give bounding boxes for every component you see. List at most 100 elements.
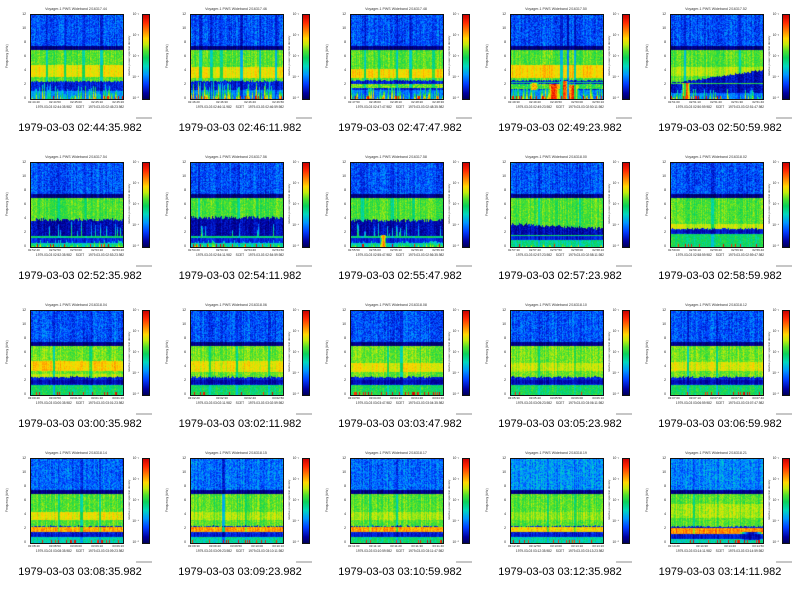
spectrogram-panel[interactable]: Voyager-1 PWS Wideband 2/16318.14 Freque… [0, 444, 160, 592]
scet-end-timestamp: 1979-03-03 02:51:47.982 [728, 105, 765, 109]
spectrogram-panel[interactable]: Voyager-1 PWS Wideband 2/16318.00 Freque… [480, 148, 640, 296]
spectrogram-panel[interactable]: Voyager-1 PWS Wideband 2/16318.10 Freque… [480, 296, 640, 444]
spectrogram-canvas[interactable] [670, 458, 764, 544]
spectrogram-panel[interactable]: Voyager-1 PWS Wideband 2/16317.48 Freque… [320, 0, 480, 148]
panel-title: Voyager-1 PWS Wideband 2/16317.50 [525, 6, 587, 11]
spectrogram-canvas[interactable] [510, 458, 604, 544]
scet-label: SCET [235, 105, 245, 109]
spectrogram-panel[interactable]: Voyager-1 PWS Wideband 2/16317.56 Freque… [160, 148, 320, 296]
x-tick-label: 03:11:20 [390, 544, 402, 548]
x-tick-label: 02:53:10 [91, 248, 103, 252]
x-tick-label: 03:14:20 [668, 544, 680, 548]
spectrogram-panel[interactable]: Voyager-1 PWS Wideband 2/16317.44 Freque… [0, 0, 160, 148]
spectrogram-canvas[interactable] [30, 14, 124, 100]
y-tick-label: 4 [184, 364, 186, 368]
y-tick-label: 2 [184, 526, 186, 530]
panel-title: Voyager-1 PWS Wideband 2/16318.14 [45, 450, 107, 455]
plot-credit-mark [776, 413, 792, 415]
y-axis-label: Frequency (kHz) [485, 44, 489, 68]
spectrogram-canvas[interactable] [30, 162, 124, 248]
spectrogram-canvas[interactable] [510, 310, 604, 396]
x-tick-labels: 03:14:20 03:14:30 03:14:40 03:14:50 [668, 544, 764, 548]
x-tick-labels: 03:00:40 03:00:50 03:01:00 03:01:10 03:01:20 [28, 396, 124, 400]
spectrogram-canvas[interactable] [510, 162, 604, 248]
colorbar [782, 458, 790, 544]
scet-label: SCET [235, 253, 245, 257]
y-tick-label: 8 [344, 188, 346, 192]
spectrogram-canvas[interactable] [190, 458, 284, 544]
y-axis-label: Frequency (kHz) [325, 192, 329, 216]
x-tick-label: 02:49:30 [508, 100, 520, 104]
spectrogram-panel[interactable]: Voyager-1 PWS Wideband 2/16317.54 Freque… [0, 148, 160, 296]
spectrogram-panel[interactable]: Voyager-1 PWS Wideband 2/16318.17 Freque… [320, 444, 480, 592]
colorbar [302, 458, 310, 544]
spectrogram-panel[interactable]: Voyager-1 PWS Wideband 2/16318.15 Freque… [160, 444, 320, 592]
spectrogram-panel[interactable]: Voyager-1 PWS Wideband 2/16318.04 Freque… [0, 296, 160, 444]
x-tick-label: 02:51:20 [710, 100, 722, 104]
spectrogram-panel[interactable]: Voyager-1 PWS Wideband 2/16317.58 Freque… [320, 148, 480, 296]
scet-end-timestamp: 1979-03-03 03:04:35.982 [408, 401, 445, 405]
scet-label: SCET [235, 549, 245, 553]
panel-caption: 1979-03-03 03:05:23.982 [498, 418, 622, 430]
y-tick-labels: 12 10 8 6 4 2 0 [496, 456, 508, 544]
y-tick-label: 0 [504, 96, 506, 100]
spectrogram-canvas[interactable] [670, 162, 764, 248]
x-tick-labels: 03:09:30 03:09:40 03:09:50 03:10:00 03:10:10 [188, 544, 284, 548]
y-tick-label: 12 [342, 12, 346, 16]
spectrogram-panel[interactable]: Voyager-1 PWS Wideband 2/16317.52 Freque… [640, 0, 800, 148]
spectrogram-canvas[interactable] [30, 310, 124, 396]
spectrogram-panel[interactable]: Voyager-1 PWS Wideband 2/16317.50 Freque… [480, 0, 640, 148]
spectrogram-canvas[interactable] [190, 162, 284, 248]
scet-end-timestamp: 1979-03-03 03:01:23.982 [88, 401, 125, 405]
spectrogram-canvas[interactable] [190, 310, 284, 396]
spectrogram-panel[interactable]: Voyager-1 PWS Wideband 2/16318.19 Freque… [480, 444, 640, 592]
y-tick-label: 0 [184, 540, 186, 544]
plot-credit-mark [456, 413, 472, 415]
y-tick-labels: 12 10 8 6 4 2 0 [496, 12, 508, 100]
y-tick-labels: 12 10 8 6 4 2 0 [656, 160, 668, 248]
spectrogram-panel[interactable]: Voyager-1 PWS Wideband 2/16318.08 Freque… [320, 296, 480, 444]
spectrogram-canvas[interactable] [350, 310, 444, 396]
scet-end-timestamp: 1979-03-03 02:46:59.982 [248, 105, 284, 109]
y-tick-label: 12 [662, 456, 666, 460]
spectrogram-panel[interactable]: Voyager-1 PWS Wideband 2/16317.46 Freque… [160, 0, 320, 148]
y-tick-label: 12 [502, 12, 506, 16]
plot-credit-mark [776, 117, 792, 119]
y-tick-label: 0 [184, 244, 186, 248]
spectrogram-canvas[interactable] [670, 14, 764, 100]
spectrogram-canvas[interactable] [350, 162, 444, 248]
y-tick-label: 6 [504, 202, 506, 206]
y-tick-labels: 12 10 8 6 4 2 0 [16, 12, 28, 100]
y-tick-label: 2 [184, 378, 186, 382]
spectrogram-canvas[interactable] [510, 14, 604, 100]
x-tick-label: 03:07:20 [710, 396, 722, 400]
colorbar-label: relative power spectral density [127, 183, 131, 225]
scet-start-timestamp: 1979-03-03 03:06:59.982 [675, 401, 712, 405]
spectrogram-canvas[interactable] [350, 14, 444, 100]
x-tick-label: 03:09:40 [209, 544, 221, 548]
y-tick-label: 4 [504, 512, 506, 516]
spectrogram-panel[interactable]: Voyager-1 PWS Wideband 2/16318.21 Freque… [640, 444, 800, 592]
spectrogram-panel[interactable]: Voyager-1 PWS Wideband 2/16318.06 Freque… [160, 296, 320, 444]
spectrogram-panel[interactable]: Voyager-1 PWS Wideband 2/16318.12 Freque… [640, 296, 800, 444]
spectrogram-canvas[interactable] [350, 458, 444, 544]
x-tick-label: 02:56:30 [432, 248, 444, 252]
y-axis-label: Frequency (kHz) [165, 44, 169, 68]
spectrogram-canvas[interactable] [30, 458, 124, 544]
panel-title: Voyager-1 PWS Wideband 2/16317.46 [205, 6, 267, 11]
x-tick-label: 02:56:10 [390, 248, 402, 252]
x-tick-labels: 03:07:00 03:07:10 03:07:20 03:07:30 03:07:40 [668, 396, 764, 400]
panel-caption: 1979-03-03 03:14:11.982 [658, 566, 782, 578]
scet-end-timestamp: 1979-03-03 03:11:47.982 [408, 549, 444, 553]
y-tick-label: 2 [24, 230, 26, 234]
y-tick-label: 12 [22, 308, 26, 312]
spectrogram-canvas[interactable] [190, 14, 284, 100]
panel-title: Voyager-1 PWS Wideband 2/16318.08 [365, 302, 427, 307]
y-tick-label: 2 [664, 526, 666, 530]
spectrogram-panel[interactable]: Voyager-1 PWS Wideband 2/16318.02 Freque… [640, 148, 800, 296]
y-tick-labels: 12 10 8 6 4 2 0 [176, 160, 188, 248]
spectrogram-canvas[interactable] [670, 310, 764, 396]
y-tick-labels: 12 10 8 6 4 2 0 [336, 12, 348, 100]
x-tick-label: 03:08:50 [49, 544, 61, 548]
panel-title: Voyager-1 PWS Wideband 2/16317.56 [205, 154, 267, 159]
